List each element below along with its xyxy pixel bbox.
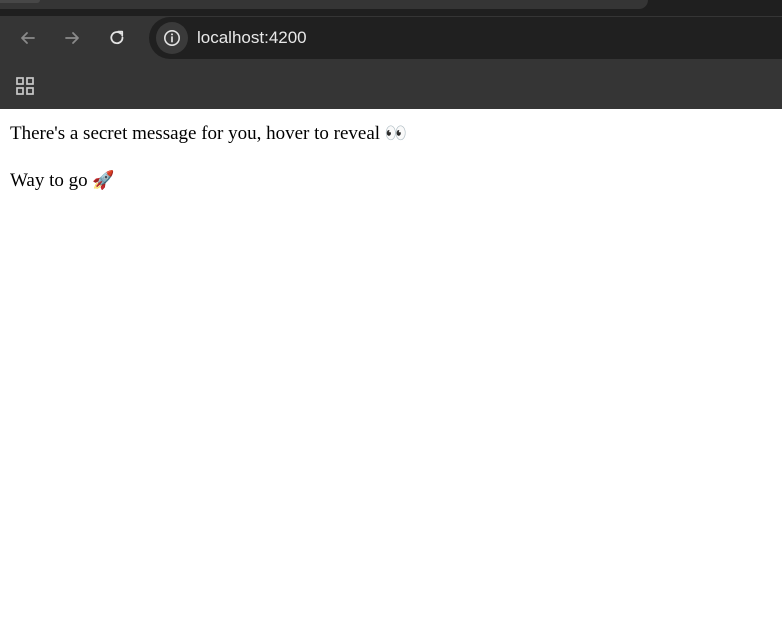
arrow-left-icon xyxy=(21,32,35,44)
browser-window: localhost:4200 There's a secret message … xyxy=(0,0,782,637)
eyes-emoji-icon: 👀 xyxy=(384,123,408,144)
active-tab[interactable] xyxy=(0,0,648,9)
secret-prompt-text: There's a secret message for you, hover … xyxy=(10,123,381,144)
browser-toolbar: localhost:4200 xyxy=(0,16,782,61)
bookmarks-bar xyxy=(0,61,782,109)
url-text[interactable]: localhost:4200 xyxy=(197,28,307,48)
reload-icon xyxy=(110,30,124,45)
revealed-message: Way to go 🚀 xyxy=(10,170,115,192)
back-button[interactable] xyxy=(11,21,45,55)
forward-button[interactable] xyxy=(55,21,89,55)
arrow-right-icon xyxy=(65,32,79,44)
address-bar[interactable]: localhost:4200 xyxy=(149,17,782,59)
reload-button[interactable] xyxy=(100,21,134,55)
rocket-emoji-icon: 🚀 xyxy=(92,170,115,191)
apps-button[interactable] xyxy=(11,72,39,100)
revealed-message-text: Way to go xyxy=(10,170,88,191)
secret-message-prompt[interactable]: There's a secret message for you, hover … xyxy=(10,123,407,145)
info-circle-icon xyxy=(164,30,180,46)
page-content: There's a secret message for you, hover … xyxy=(0,109,782,637)
apps-grid-icon xyxy=(16,77,34,95)
site-info-button[interactable] xyxy=(156,22,188,54)
tab-strip xyxy=(0,0,782,16)
tab-edge xyxy=(0,0,40,3)
